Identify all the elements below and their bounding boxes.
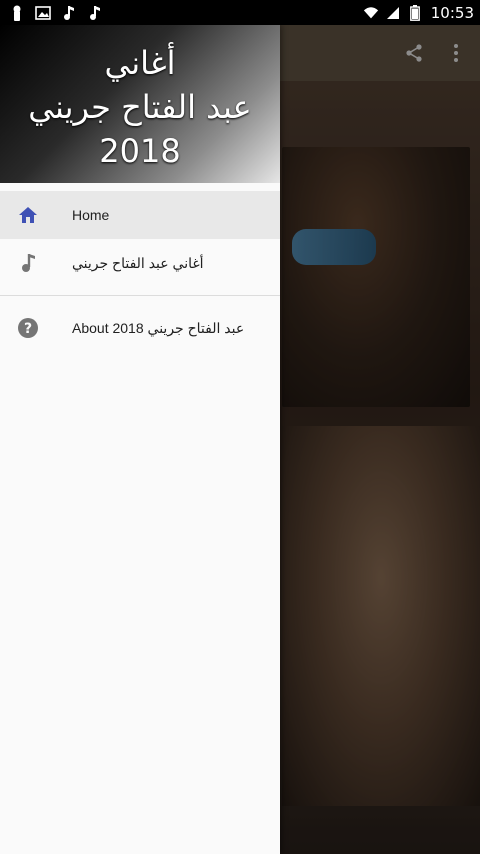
status-bar: 10:53 — [0, 0, 480, 25]
signal-icon — [385, 5, 401, 21]
drawer-item-about[interactable]: ? About عبد الفتاح جريني 2018 — [0, 304, 280, 352]
header-line-1: أغاني — [104, 44, 176, 82]
music-note-icon — [87, 5, 103, 21]
clock: 10:53 — [430, 3, 474, 22]
navigation-drawer: أغاني عبد الفتاح جريني 2018 Home أغاني ع… — [0, 25, 280, 854]
divider — [0, 295, 280, 296]
drawer-header: أغاني عبد الفتاح جريني 2018 — [0, 25, 280, 183]
drawer-item-label: Home — [72, 207, 110, 223]
svg-text:?: ? — [24, 321, 32, 337]
drawer-item-home[interactable]: Home — [0, 191, 280, 239]
drawer-item-songs[interactable]: أغاني عبد الفتاح جريني — [0, 239, 280, 287]
battery-icon — [407, 4, 423, 21]
home-icon — [16, 203, 40, 227]
drawer-menu: Home أغاني عبد الفتاح جريني ? About عبد … — [0, 183, 280, 352]
drawer-item-label: About عبد الفتاح جريني 2018 — [72, 319, 245, 336]
keyhole-icon — [9, 5, 25, 21]
image-icon — [35, 5, 51, 21]
music-note-icon — [16, 251, 40, 275]
header-line-2: عبد الفتاح جريني — [28, 88, 252, 126]
music-note-icon — [61, 5, 77, 21]
help-icon: ? — [16, 316, 40, 340]
drawer-item-label: أغاني عبد الفتاح جريني — [72, 254, 204, 271]
header-line-3: 2018 — [99, 132, 181, 170]
wifi-icon — [363, 5, 379, 21]
